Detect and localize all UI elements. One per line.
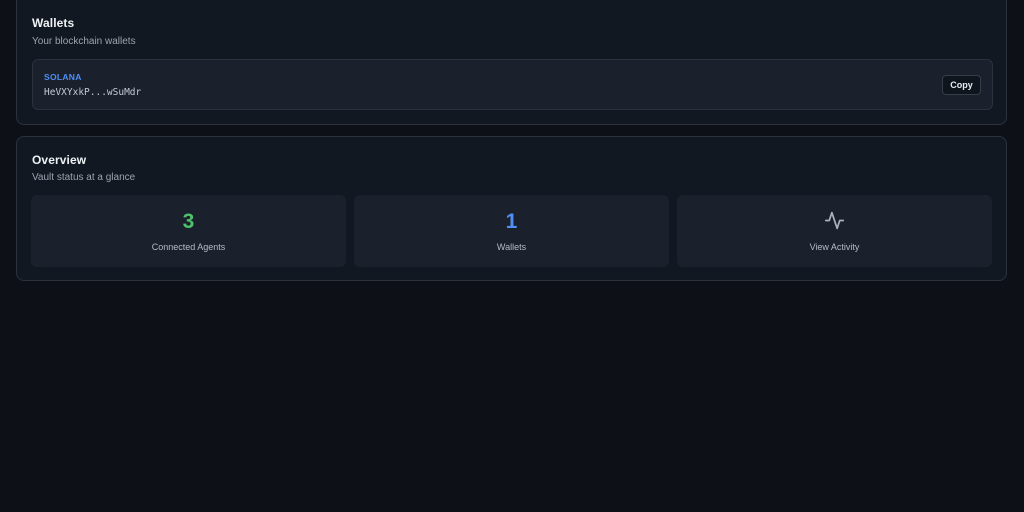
wallets-subtitle: Your blockchain wallets: [32, 36, 136, 47]
view-activity-label: View Activity: [809, 242, 860, 252]
wallets-count: 1: [505, 210, 518, 233]
wallet-item: SOLANA HeVXYxkP...wSuMdr Copy: [32, 59, 993, 110]
page: Wallets Your blockchain wallets SOLANA H…: [0, 0, 1024, 512]
connected-agents-count: 3: [182, 210, 195, 233]
overview-title: Overview: [32, 153, 87, 167]
wallets-count-tile[interactable]: 1 Wallets: [354, 195, 669, 267]
wallets-title: Wallets: [32, 16, 75, 30]
copy-address-button[interactable]: Copy: [942, 75, 981, 95]
wallets-card: Wallets Your blockchain wallets SOLANA H…: [16, 0, 1007, 125]
activity-icon: [824, 211, 845, 230]
wallet-address[interactable]: HeVXYxkP...wSuMdr: [44, 87, 141, 98]
overview-card: Overview Vault status at a glance 3 Conn…: [16, 136, 1007, 281]
wallet-chain-name: SOLANA: [44, 72, 82, 82]
overview-subtitle: Vault status at a glance: [32, 172, 136, 183]
view-activity-tile[interactable]: View Activity: [677, 195, 992, 267]
wallets-count-label: Wallets: [496, 242, 527, 252]
connected-agents-tile[interactable]: 3 Connected Agents: [31, 195, 346, 267]
connected-agents-label: Connected Agents: [151, 242, 226, 252]
